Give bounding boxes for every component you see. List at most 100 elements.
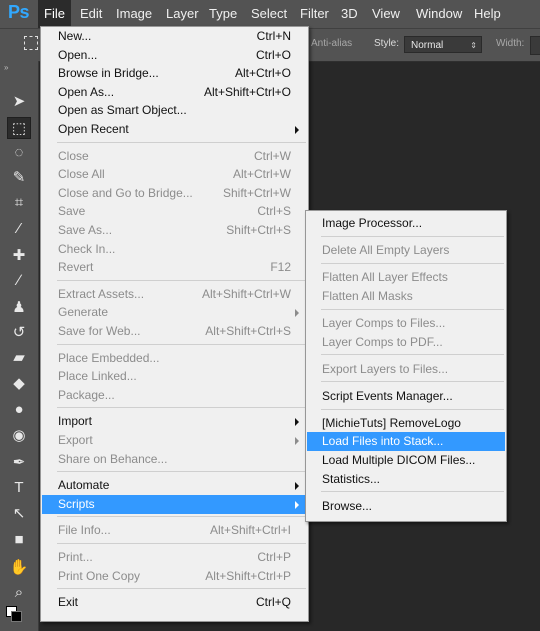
file-menu-item-file-info[interactable]: File Info... Alt+Shift+Ctrl+I [42,521,307,540]
file-menu-item-save[interactable]: Save Ctrl+S [42,202,307,221]
file-menu-item-import[interactable]: Import [42,412,307,431]
paint-bucket-icon[interactable]: ◆ [7,373,31,395]
pen-icon[interactable]: ✒ [7,452,31,474]
eraser-icon[interactable]: ▰ [7,347,31,369]
hand-icon[interactable]: ✋ [7,557,31,579]
scripts-menu-item-load-multiple-dicom-files[interactable]: Load Multiple DICOM Files... [307,451,505,470]
lasso-icon[interactable]: ◌ [7,142,31,164]
file-menu-item-generate[interactable]: Generate [42,303,307,322]
file-menu-item-check-in[interactable]: Check In... [42,240,307,259]
menu-item-label: Layer Comps to Files... [322,315,446,330]
file-menu-item-revert[interactable]: Revert F12 [42,258,307,277]
panel-collapse-icon[interactable]: » [4,63,9,72]
file-menu: New... Ctrl+N Open... Ctrl+O Browse in Bridg… [40,26,309,622]
scripts-menu-item-layer-comps-to-files[interactable]: Layer Comps to Files... [307,314,505,333]
dodge-icon[interactable]: ◉ [7,425,31,447]
menu-separator [321,354,504,356]
menu-image[interactable]: Image [110,0,158,28]
background-color-swatch[interactable] [11,611,22,622]
history-brush-icon[interactable]: ↺ [7,322,31,344]
menu-item-label: Flatten All Layer Effects [322,270,448,285]
menu-select[interactable]: Select [245,0,293,28]
rectangular-marquee-icon[interactable]: ⬚ [7,117,31,139]
scripts-menu-item-script-events-manager[interactable]: Script Events Manager... [307,387,505,406]
eyedropper-icon[interactable]: ⁄ [7,218,31,240]
menu-item-shortcut: Shift+Ctrl+S [226,223,291,237]
menu-item-shortcut: Alt+Shift+Ctrl+P [205,568,291,583]
marquee-preset-icon[interactable] [24,36,38,50]
menu-item-label: Browse in Bridge... [58,66,159,81]
scripts-menu-item-delete-all-empty-layers[interactable]: Delete All Empty Layers [307,241,505,260]
spot-healing-icon[interactable]: ✚ [7,245,31,267]
file-menu-item-new[interactable]: New... Ctrl+N [42,27,307,46]
menu-item-shortcut: Ctrl+W [254,148,291,163]
menu-item-label: [MichieTuts] RemoveLogo [322,415,461,430]
type-icon[interactable]: T [7,477,31,499]
crop-icon[interactable]: ⌗ [7,192,31,214]
menu-edit[interactable]: Edit [74,0,108,28]
quick-selection-icon[interactable]: ✎ [7,167,31,189]
menu-filter[interactable]: Filter [294,0,335,28]
zoom-icon[interactable]: ⌕ [7,582,31,604]
file-menu-item-open[interactable]: Open... Ctrl+O [42,46,307,65]
file-menu-item-save-for-web[interactable]: Save for Web... Alt+Shift+Ctrl+S [42,322,307,341]
blur-icon[interactable]: ● [7,399,31,421]
menu-item-shortcut: Ctrl+O [255,47,291,62]
menu-separator [57,279,306,281]
file-menu-item-open-recent[interactable]: Open Recent [42,120,307,139]
file-menu-item-place-embedded[interactable]: Place Embedded... [42,349,307,368]
file-menu-item-package[interactable]: Package... [42,386,307,405]
file-menu-item-print-one-copy[interactable]: Print One Copy Alt+Shift+Ctrl+P [42,567,307,586]
scripts-submenu: Image Processor... Delete All Empty Layer… [305,210,507,522]
scripts-menu-item-layer-comps-to-pdf[interactable]: Layer Comps to PDF... [307,333,505,352]
file-menu-item-browse-in-bridge[interactable]: Browse in Bridge... Alt+Ctrl+O [42,64,307,83]
scripts-menu-item-image-processor[interactable]: Image Processor... [307,214,505,233]
menu-item-shortcut: Alt+Shift+Ctrl+W [201,286,291,301]
path-selection-icon[interactable]: ↖ [7,503,31,525]
brush-icon[interactable]: ∕ [7,270,31,292]
menu-item-label: Save for Web... [58,324,141,338]
scripts-menu-item-flatten-all-masks[interactable]: Flatten All Masks [307,287,505,306]
clone-stamp-icon[interactable]: ♟ [7,297,31,319]
scripts-menu-item-statistics[interactable]: Statistics... [307,470,505,489]
file-menu-item-scripts[interactable]: Scripts [42,494,307,514]
file-menu-item-extract-assets[interactable]: Extract Assets... Alt+Shift+Ctrl+W [42,285,307,304]
file-menu-item-share-on-behance[interactable]: Share on Behance... [42,450,307,469]
style-select[interactable]: Normal ⇕ [404,36,482,53]
scripts-menu-item-export-layers-to-files[interactable]: Export Layers to Files... [307,360,505,379]
scripts-menu-item-michietuts-removelogo[interactable]: [MichieTuts] RemoveLogo [307,414,505,433]
file-menu-item-save-as[interactable]: Save As... Shift+Ctrl+S [42,221,307,240]
menu-file[interactable]: File [38,0,71,28]
file-menu-item-place-linked[interactable]: Place Linked... [42,367,307,386]
file-menu-item-export[interactable]: Export [42,431,307,450]
move-tool-icon[interactable]: ➤ [7,91,31,113]
file-menu-item-close[interactable]: Close Ctrl+W [42,147,307,166]
file-menu-item-close-and-go-to-bridge[interactable]: Close and Go to Bridge... Shift+Ctrl+W [42,184,307,203]
menu-help[interactable]: Help [468,0,507,28]
file-menu-item-close-all[interactable]: Close All Alt+Ctrl+W [42,165,307,184]
file-menu-item-open-as-smart-object[interactable]: Open as Smart Object... [42,101,307,120]
file-menu-item-open-as[interactable]: Open As... Alt+Shift+Ctrl+O [42,83,307,102]
file-menu-item-exit[interactable]: Exit Ctrl+Q [42,593,307,612]
menu-item-label: Generate [58,305,109,320]
menu-item-shortcut: F12 [270,260,291,275]
menu-type[interactable]: Type [203,0,243,28]
scripts-menu-item-browse[interactable]: Browse... [307,497,505,516]
menu-view[interactable]: View [366,0,406,28]
width-input[interactable] [530,36,540,55]
scripts-menu-item-flatten-all-layer-effects[interactable]: Flatten All Layer Effects [307,268,505,287]
menu-separator [57,516,306,518]
menu-item-shortcut: Ctrl+P [257,550,291,564]
menu-item-shortcut: Alt+Shift+Ctrl+S [205,324,291,338]
file-menu-item-print[interactable]: Print... Ctrl+P [42,548,307,567]
rectangle-shape-icon[interactable]: ■ [7,529,31,551]
menu-separator [321,308,504,310]
scripts-menu-item-load-files-into-stack[interactable]: Load Files into Stack... [307,432,505,452]
menu-3d[interactable]: 3D [335,0,364,28]
menu-layer[interactable]: Layer [160,0,205,28]
menu-separator [57,471,306,473]
menu-window[interactable]: Window [410,0,468,28]
menu-item-shortcut: Alt+Shift+Ctrl+I [209,523,291,538]
file-menu-item-automate[interactable]: Automate [42,476,307,495]
antialias-label: Anti-alias [311,38,353,49]
